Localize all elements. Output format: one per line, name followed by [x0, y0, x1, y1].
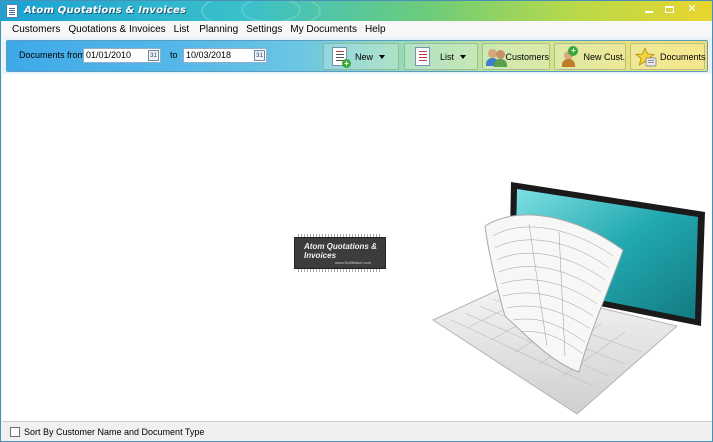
star-folder-icon [634, 46, 657, 67]
app-icon[interactable] [6, 4, 18, 18]
calendar-icon[interactable]: 31 [254, 50, 265, 61]
minimize-button[interactable] [640, 3, 658, 17]
maximize-button[interactable] [660, 3, 678, 17]
toolbar: Documents from: 01/01/2010 31 to 10/03/2… [6, 40, 708, 72]
chevron-down-icon [460, 54, 467, 59]
new-button-label: New [355, 51, 374, 62]
customers-button-label: Customers [505, 51, 549, 62]
logo-url: www.SoftMaker.com [335, 260, 372, 265]
list-document-icon [415, 47, 430, 66]
menu-bar: Customers Quotations & Invoices List Pla… [2, 21, 712, 37]
list-button[interactable]: List [404, 43, 478, 70]
close-icon: ✕ [687, 3, 697, 15]
app-window: Atom Quotations & Invoices ✕ Customers Q… [0, 0, 713, 442]
document-plus-icon: + [332, 47, 351, 68]
documents-button[interactable]: Documents [630, 43, 706, 70]
new-customer-button-label: New Cust. [583, 51, 625, 62]
main-content: Atom Quotations & Invoices www.SoftMaker… [2, 74, 712, 421]
minimize-icon [645, 11, 653, 13]
app-logo: Atom Quotations & Invoices www.SoftMaker… [294, 234, 386, 272]
window-title: Atom Quotations & Invoices [24, 5, 187, 16]
add-person-icon: + [559, 45, 579, 67]
new-customer-button[interactable]: + New Cust. [554, 43, 626, 70]
menu-quotations-invoices[interactable]: Quotations & Invoices [68, 24, 165, 35]
chevron-down-icon [379, 54, 386, 59]
date-to-field[interactable]: 10/03/2018 31 [183, 48, 267, 63]
documents-from-label: Documents from: [19, 50, 88, 60]
close-button[interactable]: ✕ [683, 3, 701, 17]
logo-title: Atom Quotations & Invoices [304, 242, 377, 260]
documents-button-label: Documents [660, 51, 706, 62]
menu-customers[interactable]: Customers [12, 24, 60, 35]
menu-my-documents[interactable]: My Documents [290, 24, 357, 35]
list-button-label: List [440, 51, 455, 62]
customers-button[interactable]: Customers [482, 43, 550, 70]
maximize-icon [664, 6, 674, 13]
status-bar: Sort By Customer Name and Document Type [2, 421, 712, 441]
title-bar[interactable]: Atom Quotations & Invoices ✕ [1, 1, 712, 31]
menu-settings[interactable]: Settings [246, 24, 282, 35]
menu-list[interactable]: List [174, 24, 190, 35]
date-from-value: 01/01/2010 [86, 50, 132, 60]
menu-planning[interactable]: Planning [199, 24, 238, 35]
to-label: to [170, 50, 178, 60]
menu-help[interactable]: Help [365, 24, 386, 35]
date-to-value: 10/03/2018 [186, 50, 232, 60]
new-button[interactable]: + New [323, 43, 399, 70]
sort-checkbox[interactable] [10, 426, 20, 437]
calendar-icon[interactable]: 31 [148, 50, 159, 61]
date-from-field[interactable]: 01/01/2010 31 [83, 48, 161, 63]
people-icon [486, 47, 507, 67]
laptop-invoice-illustration [431, 182, 705, 415]
sort-checkbox-label[interactable]: Sort By Customer Name and Document Type [24, 427, 204, 437]
